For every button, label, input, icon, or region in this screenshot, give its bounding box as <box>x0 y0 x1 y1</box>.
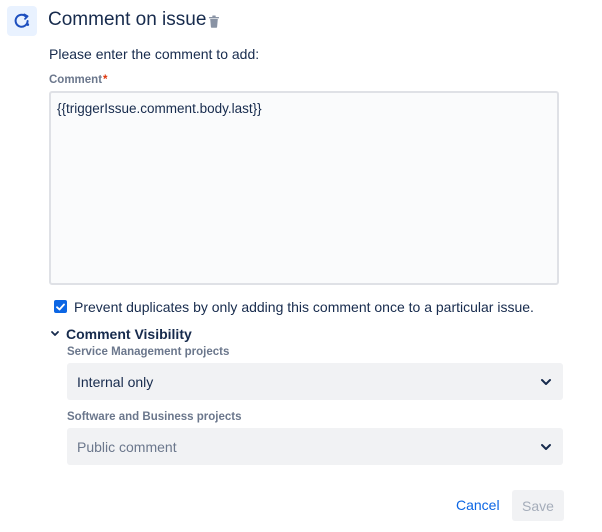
comment-label-text: Comment <box>49 74 103 86</box>
comment-label: Comment* <box>49 74 108 86</box>
chevron-down-icon <box>541 443 551 450</box>
comment-action-icon <box>7 6 37 36</box>
page-title: Comment on issue <box>48 9 207 30</box>
checkmark-icon <box>56 303 65 310</box>
instruction-text: Please enter the comment to add: <box>49 46 260 62</box>
software-business-value: Public comment <box>77 438 177 455</box>
cancel-button[interactable]: Cancel <box>456 497 500 513</box>
required-marker: * <box>103 74 108 86</box>
software-business-select[interactable]: Public comment <box>67 428 563 465</box>
trash-icon[interactable] <box>208 15 220 28</box>
comment-visibility-toggle[interactable]: Comment Visibility <box>66 326 192 342</box>
comment-action-glyph <box>14 13 30 28</box>
prevent-duplicates-checkbox[interactable] <box>54 300 67 313</box>
chevron-down-icon <box>541 378 551 385</box>
prevent-duplicates-label[interactable]: Prevent duplicates by only adding this c… <box>74 299 534 315</box>
service-management-value: Internal only <box>77 373 154 390</box>
software-business-label: Software and Business projects <box>67 411 242 423</box>
service-management-label: Service Management projects <box>67 346 230 358</box>
chevron-down-icon[interactable] <box>50 330 60 338</box>
service-management-select[interactable]: Internal only <box>67 363 563 400</box>
save-button[interactable]: Save <box>512 490 564 521</box>
comment-textarea[interactable]: {{triggerIssue.comment.body.last}} <box>49 91 559 285</box>
